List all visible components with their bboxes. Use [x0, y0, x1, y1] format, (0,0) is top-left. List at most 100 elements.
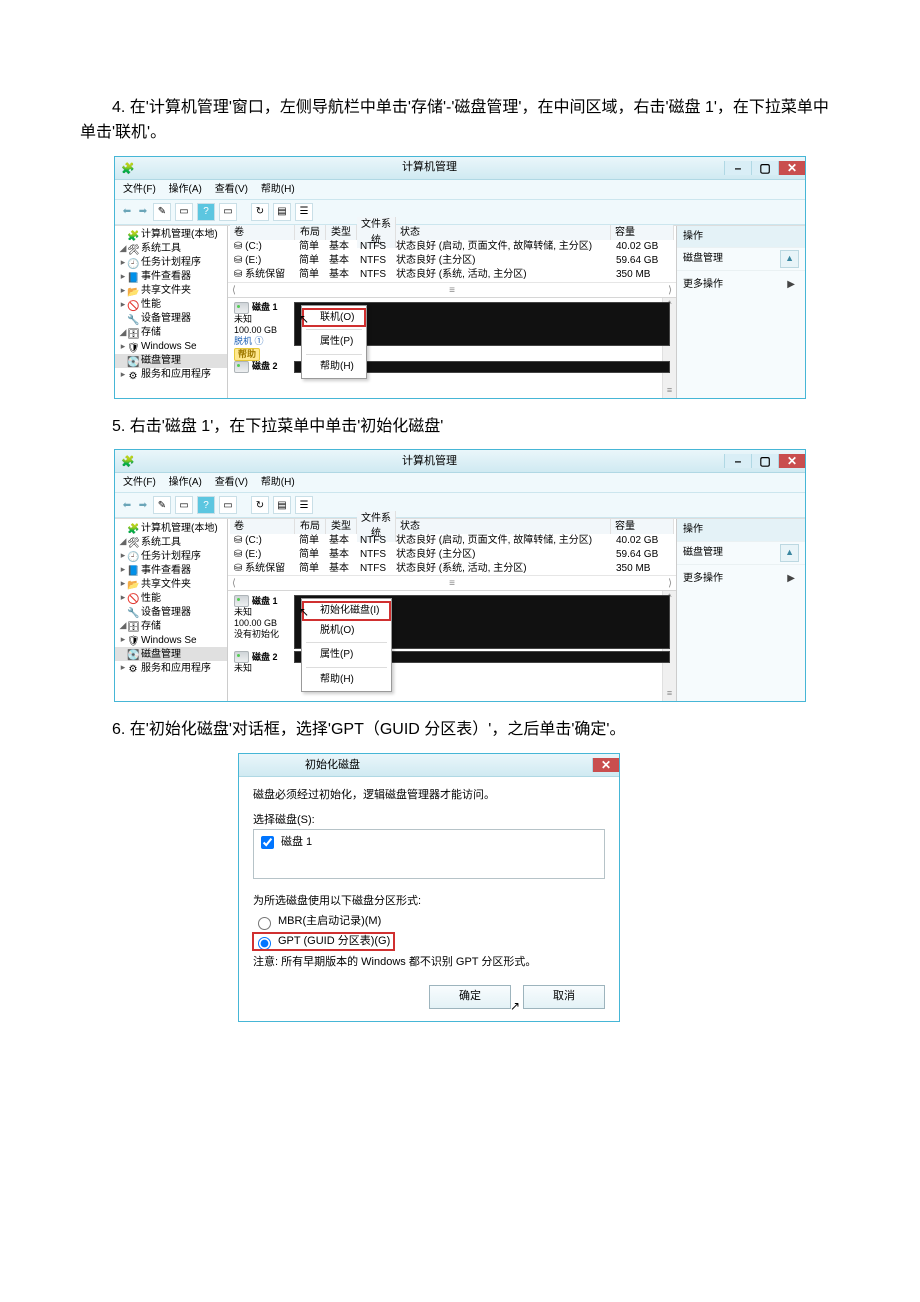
- menu-help[interactable]: 帮助(H): [261, 184, 295, 195]
- fwd-icon[interactable]: ➡: [137, 204, 149, 220]
- ctx-props[interactable]: 属性(P): [302, 332, 366, 352]
- disk-1-checkbox[interactable]: 磁盘 1: [257, 833, 312, 852]
- nav-event[interactable]: 事件查看器: [141, 563, 191, 577]
- toolbar-icon[interactable]: ▭: [175, 203, 193, 221]
- h-scrollbar[interactable]: ⟨≡⟩: [228, 282, 676, 297]
- nav-shared[interactable]: 共享文件夹: [141, 577, 191, 591]
- nav-services[interactable]: 服务和应用程序: [141, 661, 211, 675]
- toolbar-icon[interactable]: ✎: [153, 203, 171, 221]
- gpt-radio[interactable]: GPT (GUID 分区表)(G): [253, 933, 394, 950]
- toolbar-icon[interactable]: ▭: [219, 496, 237, 514]
- menu-help[interactable]: 帮助(H): [261, 477, 295, 488]
- context-menu[interactable]: ↖ 联机(O) 属性(P) 帮助(H): [301, 305, 367, 380]
- toolbar-icon[interactable]: ☰: [295, 203, 313, 221]
- disk-1-pane[interactable]: 磁盘 1 未知 100.00 GB 没有初始化 ↖ 初始化磁盘(I) 脱机(O): [234, 595, 670, 649]
- cancel-button[interactable]: 取消: [523, 985, 605, 1008]
- help-icon[interactable]: ?: [197, 496, 215, 514]
- maximize-button[interactable]: ▢: [751, 454, 778, 468]
- nav-perf[interactable]: 性能: [141, 591, 161, 605]
- fwd-icon[interactable]: ➡: [137, 498, 149, 514]
- menu-action[interactable]: 操作(A): [169, 184, 202, 195]
- close-button[interactable]: ✕: [778, 161, 805, 175]
- context-menu[interactable]: ↖ 初始化磁盘(I) 脱机(O) 属性(P) 帮助(H): [301, 598, 392, 692]
- ctx-props[interactable]: 属性(P): [302, 645, 391, 665]
- actions-more[interactable]: 更多操作: [683, 571, 723, 587]
- table-row[interactable]: ⛁ (E:) 简单 基本 NTFS 状态良好 (主分区) 59.64 GB: [228, 254, 676, 268]
- nav-storage[interactable]: 存储: [141, 326, 161, 340]
- disk-list[interactable]: 磁盘 1: [253, 829, 605, 879]
- actions-pane: 操作 磁盘管理▲ 更多操作▶: [676, 519, 805, 701]
- nav-devmgr[interactable]: 设备管理器: [141, 605, 191, 619]
- nav-sys[interactable]: 系统工具: [141, 535, 181, 549]
- close-button[interactable]: ✕: [592, 758, 619, 772]
- minimize-button[interactable]: –: [724, 454, 751, 468]
- toolbar-icon[interactable]: ▤: [273, 203, 291, 221]
- collapse-icon[interactable]: ▲: [780, 544, 799, 562]
- disk-1-strip[interactable]: ↖ 初始化磁盘(I) 脱机(O) 属性(P) 帮助(H): [294, 595, 670, 649]
- ctx-help[interactable]: 帮助(H): [302, 670, 391, 690]
- menu-view[interactable]: 查看(V): [215, 477, 248, 488]
- disk-2-pane[interactable]: 磁盘 2 未知: [234, 651, 670, 674]
- toolbar-icon[interactable]: ✎: [153, 496, 171, 514]
- nav-devmgr[interactable]: 设备管理器: [141, 312, 191, 326]
- nav-perf[interactable]: 性能: [141, 298, 161, 312]
- back-icon[interactable]: ⬅: [121, 204, 133, 220]
- checkbox-input[interactable]: [261, 836, 274, 849]
- nav-wsb[interactable]: Windows Se: [141, 633, 197, 647]
- ctx-init[interactable]: 初始化磁盘(I): [302, 601, 391, 621]
- nav-wsb[interactable]: Windows Se: [141, 340, 197, 354]
- back-icon[interactable]: ⬅: [121, 498, 133, 514]
- nav-root[interactable]: 计算机管理(本地): [141, 228, 218, 242]
- table-row[interactable]: ⛁ (C:) 简单 基本 NTFS 状态良好 (启动, 页面文件, 故障转储, …: [228, 533, 676, 547]
- app-icon: 🧩: [121, 454, 135, 468]
- nav-diskmgmt[interactable]: 磁盘管理: [141, 647, 181, 661]
- help-icon[interactable]: ?: [197, 203, 215, 221]
- nav-storage[interactable]: 存储: [141, 619, 161, 633]
- table-row[interactable]: ⛁ (E:) 简单 基本 NTFS 状态良好 (主分区) 59.64 GB: [228, 547, 676, 561]
- h-scrollbar[interactable]: ⟨≡⟩: [228, 575, 676, 590]
- toolbar-icon[interactable]: ▭: [219, 203, 237, 221]
- nav-event[interactable]: 事件查看器: [141, 270, 191, 284]
- ok-button[interactable]: 确定: [429, 985, 511, 1008]
- nav-root[interactable]: 计算机管理(本地): [141, 521, 218, 535]
- toolbar-icon[interactable]: ▭: [175, 496, 193, 514]
- nav-services[interactable]: 服务和应用程序: [141, 368, 211, 382]
- nav-tree[interactable]: 🧩计算机管理(本地) ◢🛠系统工具 ▸🕘任务计划程序 ▸📘事件查看器 ▸📂共享文…: [115, 519, 228, 701]
- mbr-radio[interactable]: MBR(主启动记录)(M): [253, 913, 605, 930]
- actions-diskmgmt[interactable]: 磁盘管理: [683, 251, 723, 267]
- collapse-icon[interactable]: ▲: [780, 250, 799, 268]
- radio-input[interactable]: [258, 937, 271, 950]
- toolbar-icon[interactable]: ▤: [273, 496, 291, 514]
- chevron-right-icon: ▶: [783, 567, 799, 591]
- table-row[interactable]: ⛁ 系统保留 简单 基本 NTFS 状态良好 (系统, 活动, 主分区) 350…: [228, 561, 676, 575]
- nav-task[interactable]: 任务计划程序: [141, 256, 201, 270]
- disk-1-meta: 磁盘 1 未知 100.00 GB 脱机 ① 帮助: [234, 302, 294, 361]
- nav-task[interactable]: 任务计划程序: [141, 549, 201, 563]
- maximize-button[interactable]: ▢: [751, 161, 778, 175]
- table-row[interactable]: ⛁ (C:) 简单 基本 NTFS 状态良好 (启动, 页面文件, 故障转储, …: [228, 240, 676, 254]
- menu-view[interactable]: 查看(V): [215, 184, 248, 195]
- table-row[interactable]: ⛁ 系统保留 简单 基本 NTFS 状态良好 (系统, 活动, 主分区) 350…: [228, 268, 676, 282]
- actions-more[interactable]: 更多操作: [683, 277, 723, 293]
- ctx-online[interactable]: 联机(O): [302, 308, 366, 328]
- nav-shared[interactable]: 共享文件夹: [141, 284, 191, 298]
- nav-tree[interactable]: 🧩计算机管理(本地) ◢🛠系统工具 ▸🕘任务计划程序 ▸📘事件查看器 ▸📂共享文…: [115, 226, 228, 398]
- radio-input[interactable]: [258, 917, 271, 930]
- close-button[interactable]: ✕: [778, 454, 805, 468]
- disk-1-pane[interactable]: 磁盘 1 未知 100.00 GB 脱机 ① 帮助 ↖ 联机(O): [234, 302, 670, 361]
- menu-action[interactable]: 操作(A): [169, 477, 202, 488]
- menu-file[interactable]: 文件(F): [123, 184, 156, 195]
- minimize-button[interactable]: –: [724, 161, 751, 175]
- toolbar-icon[interactable]: ↻: [251, 203, 269, 221]
- ctx-offline[interactable]: 脱机(O): [302, 621, 391, 641]
- actions-diskmgmt[interactable]: 磁盘管理: [683, 545, 723, 561]
- menu-file[interactable]: 文件(F): [123, 477, 156, 488]
- nav-sys[interactable]: 系统工具: [141, 242, 181, 256]
- nav-diskmgmt[interactable]: 磁盘管理: [141, 354, 181, 368]
- ctx-help[interactable]: 帮助(H): [302, 357, 366, 377]
- disk-1-strip[interactable]: ↖ 联机(O) 属性(P) 帮助(H): [294, 302, 670, 346]
- disk-2-pane[interactable]: 磁盘 2: [234, 361, 670, 373]
- help-badge[interactable]: 帮助: [234, 348, 260, 361]
- toolbar-icon[interactable]: ↻: [251, 496, 269, 514]
- toolbar-icon[interactable]: ☰: [295, 496, 313, 514]
